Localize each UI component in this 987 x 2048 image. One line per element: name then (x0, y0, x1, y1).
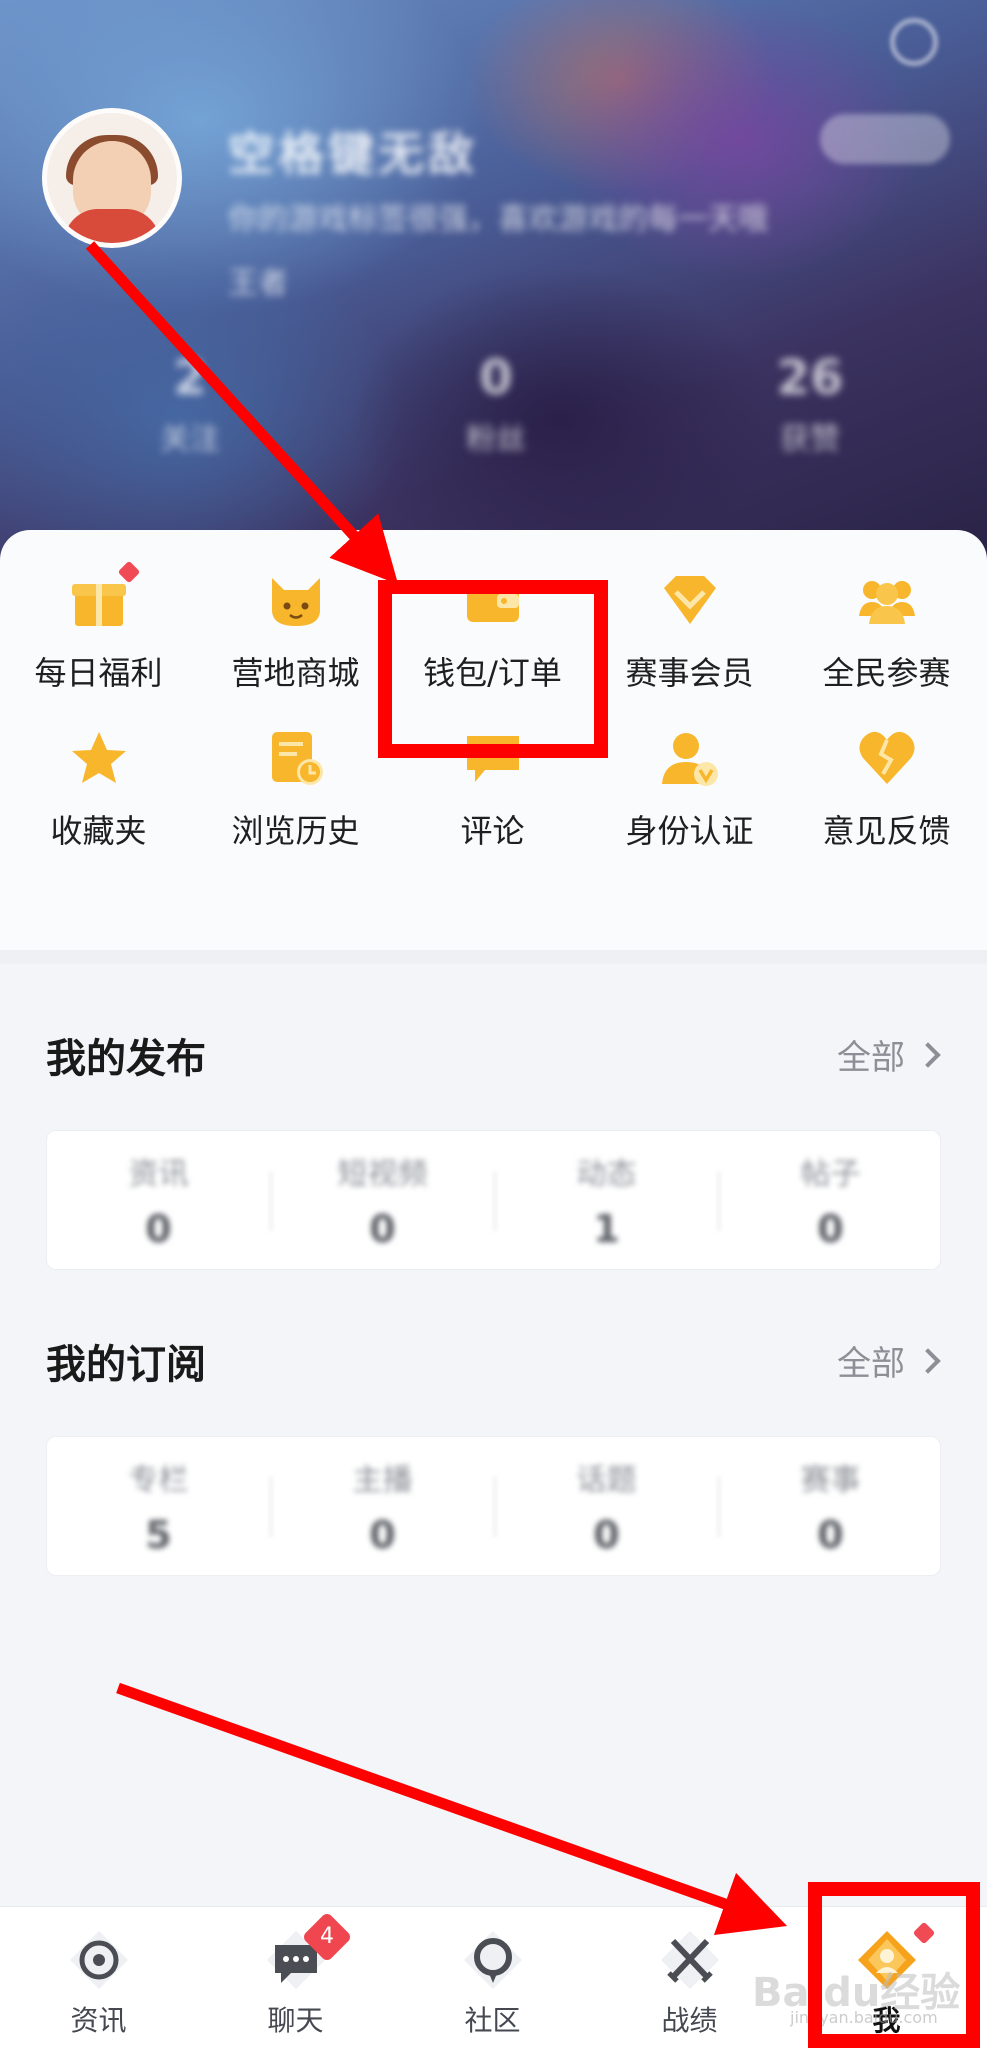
arrow-to-me-tab (116, 1682, 788, 1936)
stat-label: 动态 (576, 1157, 637, 1192)
grid-label: 评论 (460, 812, 525, 850)
nav-tab-chat[interactable]: 4 聊天 (197, 1907, 394, 2048)
stat-label: 资讯 (128, 1157, 189, 1192)
section-divider (0, 950, 987, 964)
gift-icon (69, 560, 140, 630)
my-posts-threads[interactable]: 帖子 0 (719, 1131, 942, 1271)
stat-label: 专栏 (128, 1463, 189, 1498)
grid-label: 浏览历史 (231, 812, 360, 850)
stat-label: 赛事 (800, 1463, 861, 1498)
chat-icon: 4 (265, 1911, 352, 1991)
stat-value: 1 (593, 1207, 620, 1251)
star-icon (69, 728, 129, 788)
avatar-body (64, 209, 160, 243)
profile-header: 空格键无敌 你的游戏标签很强，喜欢游戏的每一天哦 王者 2 关注 0 粉丝 26… (0, 0, 987, 560)
my-posts-all-label: 全部 (837, 1038, 905, 1078)
profile-stat-value: 2 (173, 350, 207, 406)
verified-user-icon (660, 728, 720, 788)
my-subs-all-label: 全部 (837, 1344, 905, 1384)
me-tab-highlight-box (808, 1882, 980, 2048)
feedback-button[interactable]: 意见反馈 (788, 728, 985, 852)
grid-label: 赛事会员 (625, 654, 754, 692)
profile-stat-value: 26 (776, 350, 844, 406)
stat-value: 0 (369, 1207, 396, 1251)
chevron-right-icon (915, 1041, 941, 1068)
group-icon (857, 570, 917, 630)
stat-label: 短视频 (337, 1157, 428, 1192)
my-subs-all-link[interactable]: 全部 (837, 1336, 941, 1385)
chevron-right-icon (915, 1347, 941, 1374)
profile-bio: 你的游戏标签很强，喜欢游戏的每一天哦 王者 (228, 188, 908, 316)
settings-icon[interactable] (890, 18, 938, 66)
nav-tab-news[interactable]: 资讯 (0, 1907, 197, 2048)
daily-benefits-button[interactable]: 每日福利 (0, 560, 197, 694)
profile-stat-fans[interactable]: 0 粉丝 (436, 350, 556, 458)
stat-value: 0 (817, 1513, 844, 1557)
community-icon (462, 1929, 524, 1991)
grid-label: 收藏夹 (50, 812, 147, 850)
stat-value: 0 (817, 1207, 844, 1251)
wallet-highlight-box (378, 580, 608, 758)
stat-value: 5 (145, 1513, 172, 1557)
profile-bio-line1: 你的游戏标签很强，喜欢游戏的每一天哦 (228, 202, 768, 237)
profile-name: 空格键无敌 (228, 127, 478, 181)
stat-value: 0 (369, 1513, 396, 1557)
nav-label: 资讯 (70, 2004, 127, 2037)
my-posts-title: 我的发布 (46, 1036, 206, 1082)
my-subs-columns[interactable]: 专栏 5 (47, 1437, 270, 1577)
stat-label: 话题 (576, 1463, 637, 1498)
stat-value: 0 (593, 1513, 620, 1557)
nav-label: 聊天 (267, 2004, 324, 2037)
crossed-swords-icon (659, 1929, 721, 1991)
grid-label: 全民参赛 (822, 654, 951, 692)
grid-label: 营地商城 (231, 654, 360, 692)
profile-bio-line2: 王者 (228, 266, 288, 301)
event-membership-button[interactable]: 赛事会员 (591, 570, 788, 694)
unread-count: 4 (319, 1924, 334, 1949)
favorites-button[interactable]: 收藏夹 (0, 728, 197, 852)
join-tournament-button[interactable]: 全民参赛 (788, 570, 985, 694)
profile-stat-label: 粉丝 (466, 422, 526, 457)
history-icon (266, 728, 326, 788)
profile-stat-label: 获赞 (780, 422, 840, 457)
my-subs-streamers[interactable]: 主播 0 (271, 1437, 494, 1577)
camp-mall-button[interactable]: 营地商城 (197, 570, 394, 694)
stat-label: 帖子 (800, 1157, 861, 1192)
identity-verify-button[interactable]: 身份认证 (591, 728, 788, 852)
my-subs-stats: 专栏 5 主播 0 话题 0 赛事 0 (46, 1436, 941, 1576)
profile-edit-pill[interactable] (820, 114, 950, 164)
grid-label: 每日福利 (34, 654, 163, 692)
my-subs-topics[interactable]: 话题 0 (495, 1437, 718, 1577)
grid-label: 身份认证 (625, 812, 754, 850)
profile-stat-label: 关注 (160, 422, 220, 457)
my-posts-short-video[interactable]: 短视频 0 (271, 1131, 494, 1271)
my-posts-news[interactable]: 资讯 0 (47, 1131, 270, 1271)
my-posts-stats: 资讯 0 短视频 0 动态 1 帖子 0 (46, 1130, 941, 1270)
stat-value: 0 (145, 1207, 172, 1251)
profile-stat-following[interactable]: 2 关注 (130, 350, 250, 458)
grid-label: 意见反馈 (822, 812, 951, 850)
my-posts-moments[interactable]: 动态 1 (495, 1131, 718, 1271)
nav-tab-community[interactable]: 社区 (394, 1907, 591, 2048)
nav-label: 社区 (464, 2004, 521, 2037)
diamond-icon (660, 570, 720, 630)
browse-history-button[interactable]: 浏览历史 (197, 728, 394, 852)
broken-heart-icon (857, 728, 917, 788)
profile-stat-value: 0 (479, 350, 513, 406)
news-icon (68, 1929, 130, 1991)
my-subs-title: 我的订阅 (46, 1342, 206, 1388)
stat-label: 主播 (352, 1463, 413, 1498)
fox-mascot-icon (266, 570, 326, 630)
avatar[interactable] (42, 108, 182, 248)
my-posts-all-link[interactable]: 全部 (837, 1030, 941, 1079)
my-subs-events[interactable]: 赛事 0 (719, 1437, 942, 1577)
profile-stat-likes[interactable]: 26 获赞 (750, 350, 870, 458)
